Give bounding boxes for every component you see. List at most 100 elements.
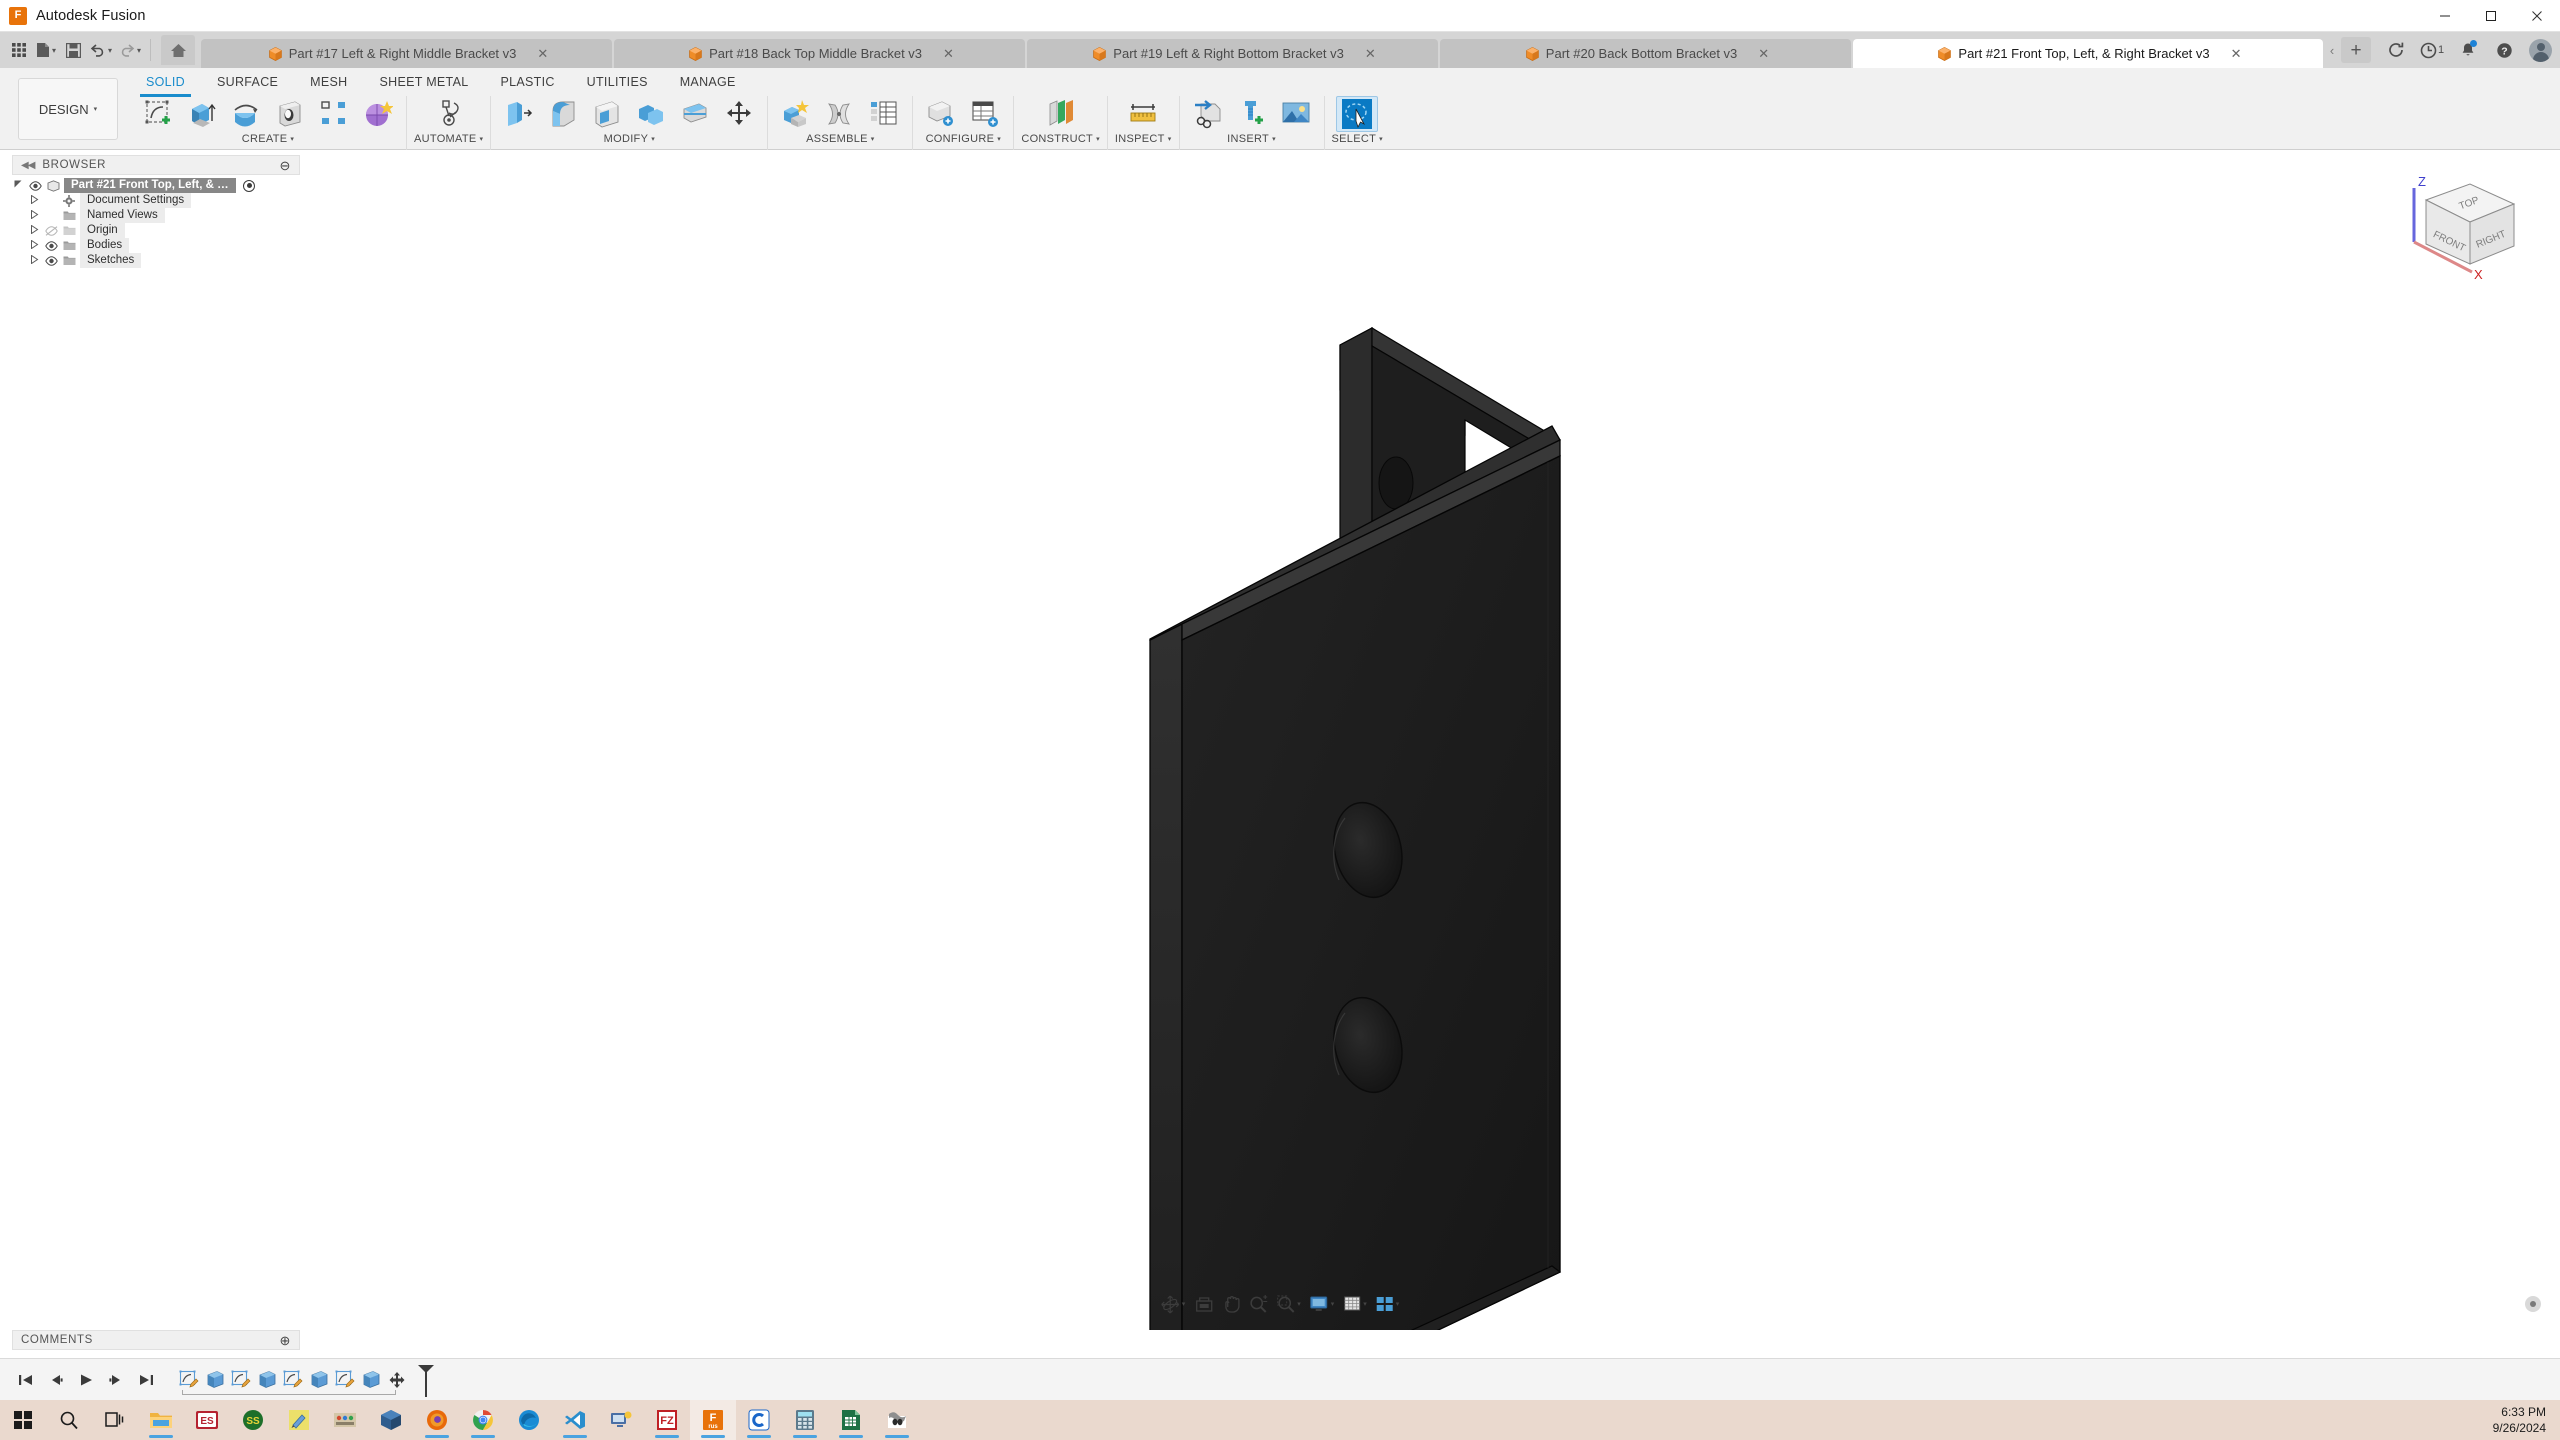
tree-item-document-settings[interactable]: Document Settings [12,193,300,208]
design-canvas[interactable]: Z X TOP FRONT RIGHT ▾ ▾ ▾ ▾ ▾ [0,150,2560,1330]
timeline-feature-extrude[interactable] [202,1367,228,1393]
grid-and-snaps-caret-icon[interactable]: ▾ [1363,1300,1367,1308]
tree-item-part-21-front-top-left-rig[interactable]: Part #21 Front Top, Left, & Rig... [12,178,300,193]
ribbon-group-caret-icon[interactable]: ▾ [1168,135,1172,143]
timeline-end-marker[interactable] [412,1363,436,1397]
close-tab-icon[interactable]: ✕ [1365,47,1376,60]
visibility-on-icon[interactable] [44,255,58,266]
add-comment-icon[interactable]: ⊕ [280,1334,292,1347]
close-tab-icon[interactable]: ✕ [537,47,548,60]
tab-scroll-prev-icon[interactable]: ‹ [2325,36,2339,65]
ribbon-group-caret-icon[interactable]: ▾ [480,135,484,143]
expand-caret-closed-icon[interactable] [28,194,40,206]
timeline-feature-extrude[interactable] [358,1367,384,1393]
ribbon-group-label[interactable]: CONSTRUCT ▾ [1021,133,1100,145]
orbit-button[interactable]: ▾ [1157,1291,1190,1317]
taskbar-paint-app[interactable] [276,1400,322,1440]
shell-button[interactable] [586,96,628,132]
timeline-feature-sketch[interactable] [228,1367,254,1393]
ribbon-group-label[interactable]: INSPECT ▾ [1115,133,1172,145]
expand-caret-open-icon[interactable] [12,180,24,191]
hole-button[interactable] [269,96,311,132]
ribbon-group-label[interactable]: INSERT ▾ [1227,133,1276,145]
viewcube[interactable]: Z X TOP FRONT RIGHT [2396,162,2536,282]
step-back-button[interactable] [46,1370,66,1390]
ribbon-group-caret-icon[interactable]: ▾ [1379,135,1383,143]
redo-icon[interactable]: ▾ [116,35,144,65]
browser-collapse-icon[interactable]: ◀◀ [21,160,35,171]
timeline-feature-sketch[interactable] [332,1367,358,1393]
rectangular-pattern-button[interactable] [313,96,355,132]
viewports-button[interactable]: ▾ [1372,1291,1404,1317]
ribbon-tab-mesh[interactable]: MESH [294,70,363,94]
tree-item-sketches[interactable]: Sketches [12,253,300,268]
orbit-caret-icon[interactable]: ▾ [1182,1300,1186,1308]
browser-options-icon[interactable]: ⊖ [280,159,292,172]
insert-derive-button[interactable] [1187,96,1229,132]
taskbar-autodesk-fusion[interactable]: Frus [690,1400,736,1440]
workspace-switcher-button[interactable]: DESIGN ▾ [18,78,118,140]
taskbar-virtualbox[interactable] [368,1400,414,1440]
new-file-icon[interactable]: ▾ [33,35,59,65]
ribbon-tab-surface[interactable]: SURFACE [201,70,294,94]
timeline-feature-move-copy[interactable] [384,1367,410,1393]
ribbon-group-caret-icon[interactable]: ▾ [1096,135,1100,143]
revolve-button[interactable] [225,96,267,132]
timeline-feature-extrude[interactable] [254,1367,280,1393]
taskbar-filezilla[interactable]: FZ [644,1400,690,1440]
new-tab-button[interactable]: + [2341,37,2371,63]
measure-button[interactable] [1122,96,1164,132]
ribbon-tab-solid[interactable]: SOLID [130,70,201,97]
go-to-beginning-button[interactable] [16,1370,36,1390]
ribbon-group-label[interactable]: AUTOMATE ▾ [414,133,483,145]
viewports-caret-icon[interactable]: ▾ [1396,1300,1400,1308]
taskbar-vs-code[interactable] [552,1400,598,1440]
taskbar-remote-desktop[interactable] [598,1400,644,1440]
grid-and-snaps-button[interactable]: ▾ [1339,1291,1371,1317]
minimize-button[interactable] [2422,0,2468,32]
notifications-bell-icon[interactable] [2451,35,2485,65]
sphere-primitive-button[interactable] [357,96,399,132]
move-copy-button[interactable] [718,96,760,132]
document-tab-active[interactable]: Part #21 Front Top, Left, & Right Bracke… [1852,39,2323,68]
tree-item-bodies[interactable]: Bodies [12,238,300,253]
taskbar-start[interactable] [0,1400,46,1440]
help-icon[interactable]: ? [2487,35,2521,65]
ribbon-tab-utilities[interactable]: UTILITIES [571,70,664,94]
ribbon-group-caret-icon[interactable]: ▾ [651,135,655,143]
go-to-end-button[interactable] [136,1370,156,1390]
look-at-button[interactable] [1190,1291,1217,1317]
expand-caret-closed-icon[interactable] [28,239,40,251]
close-tab-icon[interactable]: ✕ [1758,47,1769,60]
ribbon-group-caret-icon[interactable]: ▾ [871,135,875,143]
insert-mcmaster-carr-button[interactable] [1231,96,1273,132]
bill-of-materials-button[interactable] [863,96,905,132]
taskbar-chrome[interactable] [460,1400,506,1440]
ribbon-group-label[interactable]: SELECT ▾ [1332,133,1383,145]
timeline-feature-sketch[interactable] [280,1367,306,1393]
step-forward-button[interactable] [106,1370,126,1390]
taskbar-ss-app[interactable]: SS [230,1400,276,1440]
taskbar-task-view[interactable] [92,1400,138,1440]
insert-canvas-button[interactable] [1275,96,1317,132]
document-tab[interactable]: Part #17 Left & Right Middle Bracket v3 ✕ [201,39,613,68]
new-file-caret-icon[interactable]: ▾ [52,46,56,55]
close-tab-icon[interactable]: ✕ [943,47,954,60]
ribbon-group-label[interactable]: ASSEMBLE ▾ [806,133,875,145]
close-button[interactable] [2514,0,2560,32]
zoom-window-caret-icon[interactable]: ▾ [1297,1300,1301,1308]
taskbar-calculator[interactable] [782,1400,828,1440]
maximize-button[interactable] [2468,0,2514,32]
ribbon-group-caret-icon[interactable]: ▾ [1272,135,1276,143]
taskbar-file-explorer[interactable] [138,1400,184,1440]
tree-item-named-views[interactable]: Named Views [12,208,300,223]
expand-caret-closed-icon[interactable] [28,209,40,221]
expand-caret-closed-icon[interactable] [28,224,40,236]
taskbar-everything-search[interactable]: ES [184,1400,230,1440]
avatar[interactable] [2529,38,2552,62]
redo-caret-icon[interactable]: ▾ [137,46,141,55]
play-back-button[interactable] [76,1370,96,1390]
ribbon-group-label[interactable]: MODIFY ▾ [604,133,655,145]
document-tab[interactable]: Part #20 Back Bottom Bracket v3 ✕ [1440,39,1851,68]
taskbar-search[interactable] [46,1400,92,1440]
